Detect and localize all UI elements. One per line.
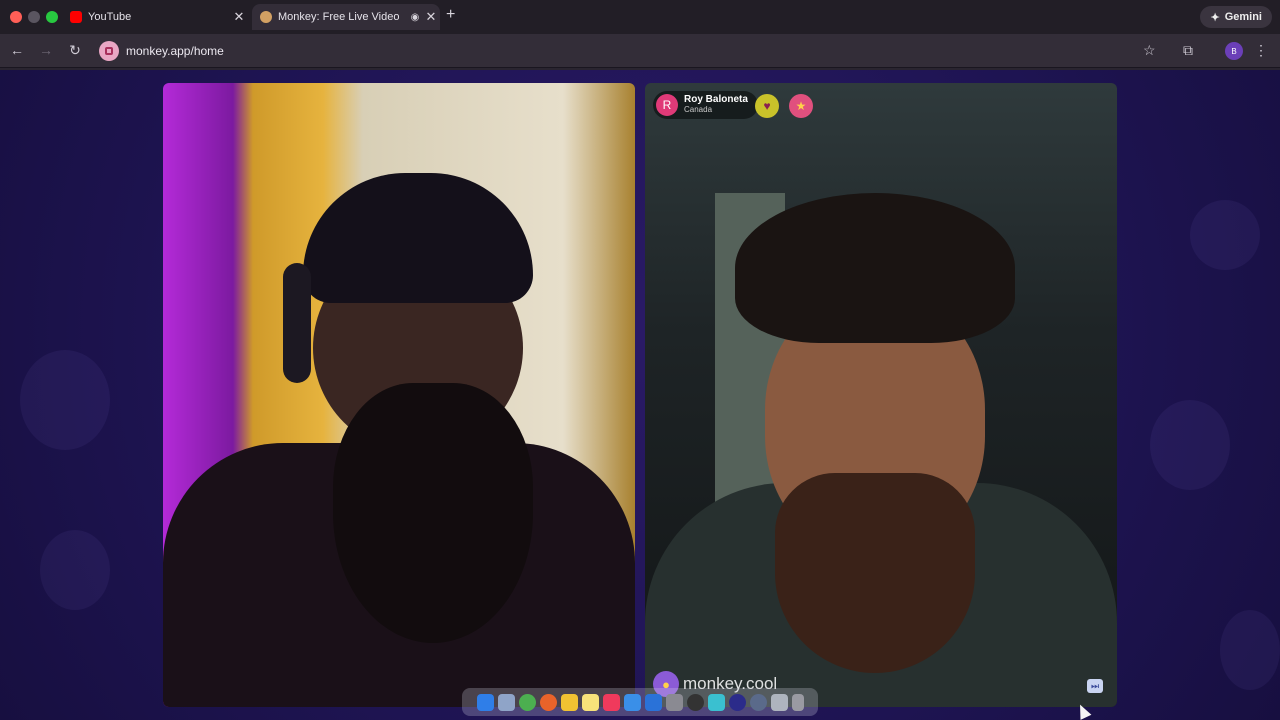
messages-icon[interactable]: [644, 693, 662, 711]
trash-icon[interactable]: [791, 693, 804, 711]
local-beanie: [303, 173, 533, 303]
tab-title: YouTube: [88, 11, 132, 23]
sticker-badge-icon[interactable]: ★: [789, 94, 813, 118]
screen-icon[interactable]: [728, 693, 746, 711]
remote-beard: [775, 473, 975, 673]
monkey-icon: [260, 11, 272, 23]
toolbar: ← → ↻ monkey.app/home ☆ ⧉ ⋮: [0, 34, 1280, 68]
back-arrow-icon[interactable]: ←: [8, 42, 26, 58]
url-text: monkey.app/home: [126, 44, 224, 58]
live-icon[interactable]: [707, 693, 725, 711]
address-bar[interactable]: monkey.app/home: [96, 38, 1176, 64]
reload-icon[interactable]: ↻: [66, 42, 84, 59]
tab-youtube[interactable]: YouTube ✕: [62, 4, 248, 30]
local-beard: [333, 383, 533, 643]
minimize-window-icon[interactable]: [28, 11, 40, 23]
site-info-icon[interactable]: [99, 41, 119, 61]
close-tab-icon[interactable]: ✕: [422, 9, 440, 25]
close-tab-icon[interactable]: ✕: [230, 9, 248, 25]
bookmark-star-icon[interactable]: ☆: [1143, 42, 1156, 59]
recording-icon: ◉: [410, 11, 420, 23]
menu-kebab-icon[interactable]: ⋮: [1254, 42, 1268, 59]
user-country: Canada: [684, 105, 713, 114]
maximize-window-icon[interactable]: [46, 11, 58, 23]
macos-dock: [462, 688, 818, 716]
gemini-label: Gemini: [1224, 11, 1262, 23]
terminal-icon[interactable]: [770, 693, 788, 711]
background-blob: [1220, 610, 1280, 690]
sparkle-icon: ✦: [1210, 11, 1220, 24]
tab-search-icon[interactable]: ⧉: [1183, 42, 1193, 59]
background-blob: [20, 350, 110, 450]
notes-icon[interactable]: [581, 693, 599, 711]
gemini-button[interactable]: ✦ Gemini: [1200, 6, 1272, 28]
mail-icon[interactable]: [623, 693, 641, 711]
music-icon[interactable]: [602, 693, 620, 711]
chrome-icon[interactable]: [518, 693, 536, 711]
finder-icon[interactable]: [476, 693, 494, 711]
tab-strip: YouTube ✕ Monkey: Free Live Video ◉ ✕ + …: [0, 0, 1280, 34]
tab-title: Monkey: Free Live Video: [278, 11, 400, 23]
profile-avatar[interactable]: B: [1225, 42, 1243, 60]
headphone-icon: [283, 263, 311, 383]
activity-icon[interactable]: [686, 693, 704, 711]
tab-monkey[interactable]: Monkey: Free Live Video ◉ ✕: [252, 4, 440, 30]
background-blob: [1190, 200, 1260, 270]
user-avatar: R: [656, 94, 678, 116]
remote-user-chip[interactable]: R Roy Baloneta Canada: [653, 91, 758, 119]
launchpad-icon[interactable]: [497, 693, 515, 711]
browser-chrome: YouTube ✕ Monkey: Free Live Video ◉ ✕ + …: [0, 0, 1280, 70]
remote-video-feed: R Roy Baloneta Canada ♥ ★ ● monkey.cool …: [645, 83, 1117, 707]
settings-icon[interactable]: [665, 693, 683, 711]
local-video-feed: [163, 83, 635, 707]
user-name: Roy Baloneta: [684, 94, 748, 105]
firefox-icon[interactable]: [539, 693, 557, 711]
background-blob: [40, 530, 110, 610]
forward-arrow-icon[interactable]: →: [37, 42, 55, 58]
new-tab-button[interactable]: +: [446, 6, 455, 24]
background-blob: [1150, 400, 1230, 490]
heart-badge-icon[interactable]: ♥: [755, 94, 779, 118]
skip-icon[interactable]: ⏭: [1087, 679, 1103, 693]
monkey-home-page: R Roy Baloneta Canada ♥ ★ ● monkey.cool …: [0, 70, 1280, 720]
zoom-icon[interactable]: [749, 693, 767, 711]
close-window-icon[interactable]: [10, 11, 22, 23]
remote-hair: [735, 193, 1015, 343]
youtube-icon: [70, 11, 82, 23]
photos-icon[interactable]: [560, 693, 578, 711]
